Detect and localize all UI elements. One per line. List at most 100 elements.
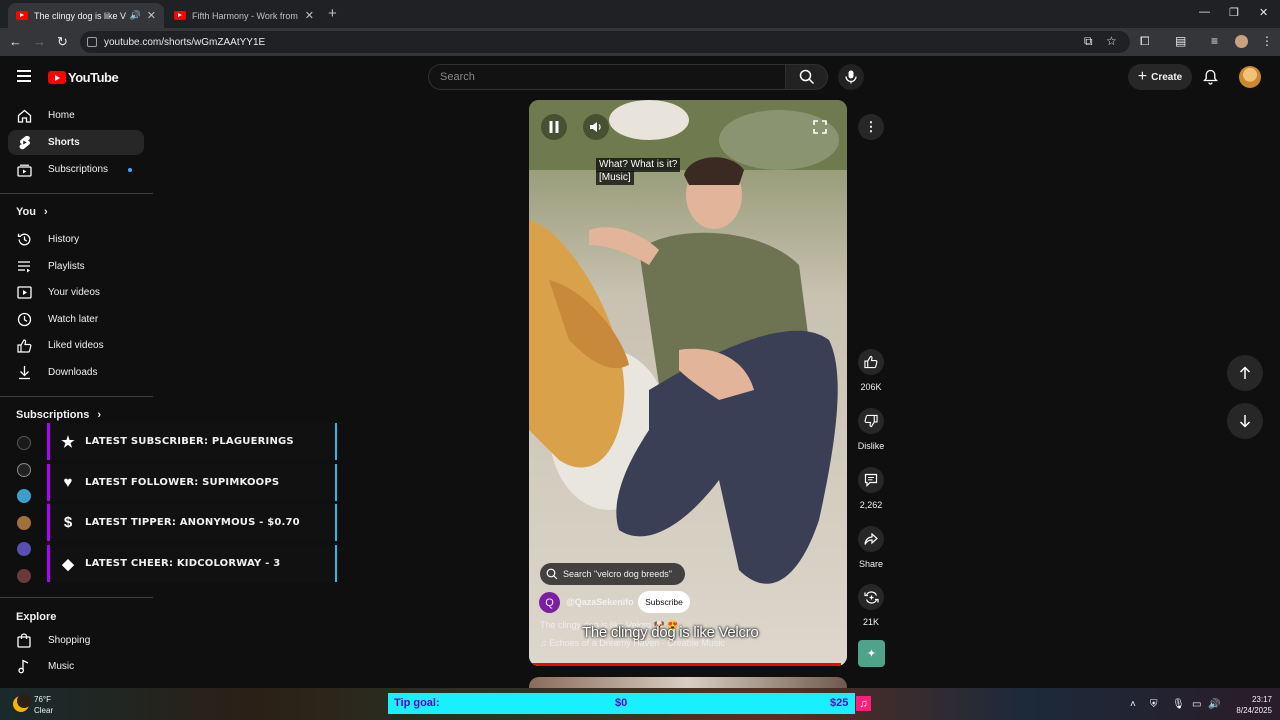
sidebar-item-playlists[interactable]: Playlists: [8, 254, 144, 279]
volume-button[interactable]: [583, 114, 609, 140]
weather-temp[interactable]: 76°F: [34, 695, 51, 704]
next-short-button[interactable]: [1227, 403, 1263, 439]
watch-later-icon: [16, 312, 32, 328]
create-button[interactable]: + Create: [1128, 64, 1192, 90]
profile-avatar-icon[interactable]: [1235, 35, 1248, 48]
clock-date: 8/24/2025: [1236, 706, 1272, 715]
sidebar-item-label: Subscriptions: [48, 164, 109, 175]
sidebar-item-downloads[interactable]: Downloads: [8, 360, 144, 385]
diamond-icon: ◆: [62, 555, 74, 573]
sidepanel-icon[interactable]: ▤: [1175, 34, 1186, 48]
notifications-bell-icon[interactable]: [1203, 69, 1218, 85]
forward-icon[interactable]: →: [33, 34, 46, 49]
defender-icon[interactable]: ⛨: [1150, 699, 1158, 710]
alert-text: Latest Follower: supimkoops: [85, 477, 280, 488]
microphone-tray-icon[interactable]: 🎙: [1172, 699, 1185, 710]
subscription-channel-avatar[interactable]: [17, 463, 31, 477]
account-avatar[interactable]: [1239, 66, 1261, 88]
browser-tab-inactive[interactable]: Fifth Harmony - Work from Home ✕: [166, 3, 322, 28]
sidebar-item-liked-videos[interactable]: Liked videos: [8, 333, 144, 358]
fullscreen-button[interactable]: [807, 114, 833, 140]
sidebar-item-label: Shopping: [48, 635, 91, 646]
remix-button[interactable]: [858, 584, 884, 610]
restore-icon[interactable]: ❐: [1229, 6, 1239, 19]
search-input[interactable]: Search: [428, 64, 786, 90]
tip-goal-bar: Tip goal: $0 $25: [388, 693, 855, 714]
sound-thumbnail[interactable]: ✦: [858, 640, 885, 667]
back-icon[interactable]: ←: [9, 34, 22, 49]
speaker-icon[interactable]: 🔊: [130, 10, 141, 21]
address-bar[interactable]: youtube.com/shorts/wGmZAAtYY1E: [80, 31, 1130, 53]
music-attribution[interactable]: ♫ Echoes of a Dreamy Haven · Creable Mus…: [540, 638, 725, 648]
thumbs-down-icon: [864, 414, 878, 428]
like-button[interactable]: [858, 349, 884, 375]
bookmark-star-icon[interactable]: ☆: [1106, 34, 1117, 48]
youtube-logo[interactable]: YouTube: [48, 70, 119, 85]
subscribe-button[interactable]: Subscribe: [638, 591, 690, 613]
media-queue-icon[interactable]: ≡: [1211, 34, 1218, 48]
reload-icon[interactable]: ↻: [57, 34, 68, 50]
subscription-channel-avatar[interactable]: [17, 436, 31, 450]
pause-button[interactable]: [541, 114, 567, 140]
more-options-button[interactable]: ⋮: [858, 114, 884, 140]
video-progress-bar[interactable]: [529, 663, 847, 666]
subscription-channel-avatar[interactable]: [17, 542, 31, 556]
tab-title: Fifth Harmony - Work from Home: [192, 10, 299, 21]
channel-name[interactable]: @QazaSekenifo: [566, 597, 634, 607]
explore-heading: Explore: [16, 611, 57, 623]
sidebar-item-music[interactable]: Music: [8, 654, 144, 679]
subscription-channel-avatar[interactable]: [17, 569, 31, 583]
you-section-heading[interactable]: You ›: [16, 206, 48, 218]
previous-short-button[interactable]: [1227, 355, 1263, 391]
download-icon: [16, 365, 32, 381]
divider: [0, 396, 153, 397]
browser-tab-bar: The clingy dog is like Velcro 🔊 ✕ Fifth …: [0, 0, 1280, 28]
alert-text: Latest Tipper: Anonymous - $0.70: [85, 517, 300, 528]
caption-line: What? What is it?: [596, 158, 681, 172]
search-suggestion-chip[interactable]: Search "velcro dog breeds": [540, 563, 685, 585]
chevron-right-icon: ›: [97, 409, 102, 421]
volume-tray-icon[interactable]: 🔊: [1208, 699, 1220, 710]
sidebar-item-watch-later[interactable]: Watch later: [8, 307, 144, 332]
search-button[interactable]: [786, 64, 828, 90]
subscriptions-section-heading[interactable]: Subscriptions ›: [16, 409, 101, 421]
network-icon[interactable]: ▭: [1192, 699, 1201, 710]
subscription-channel-avatar[interactable]: [17, 489, 31, 503]
sidebar-item-home[interactable]: Home: [8, 103, 144, 128]
system-clock[interactable]: 23:17 8/24/2025: [1222, 694, 1272, 716]
moon-weather-icon[interactable]: [13, 694, 31, 712]
sidebar-item-history[interactable]: History: [8, 227, 144, 252]
tray-chevron-icon[interactable]: ˄: [1130, 699, 1136, 710]
close-tab-icon[interactable]: ✕: [147, 9, 156, 22]
close-window-icon[interactable]: ✕: [1259, 6, 1268, 19]
site-info-icon[interactable]: [87, 37, 97, 47]
comments-button[interactable]: [858, 467, 884, 493]
search-icon: [546, 568, 558, 580]
browser-tab-active[interactable]: The clingy dog is like Velcro 🔊 ✕: [8, 3, 164, 28]
youtube-favicon-icon: [16, 11, 28, 20]
share-button[interactable]: [858, 526, 884, 552]
channel-avatar[interactable]: Q: [539, 592, 560, 613]
new-tab-icon[interactable]: +: [328, 5, 337, 22]
extensions-icon[interactable]: ⧠: [1140, 34, 1150, 49]
sidebar-item-subscriptions[interactable]: Subscriptions: [8, 157, 144, 182]
minimize-icon[interactable]: —: [1199, 6, 1210, 18]
sidebar-item-your-videos[interactable]: Your videos: [8, 280, 144, 305]
hamburger-menu-icon[interactable]: [17, 70, 31, 82]
sidebar-item-label: Playlists: [48, 261, 85, 272]
logo-text: YouTube: [68, 70, 119, 85]
create-label: Create: [1151, 71, 1183, 83]
voice-search-button[interactable]: [838, 64, 864, 90]
stream-alert-cheer: ◆ Latest Cheer: kidcolorway - 3: [47, 545, 337, 582]
install-icon[interactable]: ⧉: [1084, 34, 1093, 49]
you-heading-text: You: [16, 206, 36, 218]
menu-kebab-icon[interactable]: ⋮: [1261, 34, 1273, 48]
sidebar-item-shorts[interactable]: Shorts: [8, 130, 144, 155]
tip-goal-label: Tip goal:: [394, 697, 440, 709]
thumbs-up-icon: [864, 355, 878, 369]
sidebar-item-shopping[interactable]: Shopping: [8, 628, 144, 653]
dislike-button[interactable]: [858, 408, 884, 434]
subscription-channel-avatar[interactable]: [17, 516, 31, 530]
music-note-icon: [16, 659, 32, 675]
close-tab-icon[interactable]: ✕: [305, 9, 314, 22]
